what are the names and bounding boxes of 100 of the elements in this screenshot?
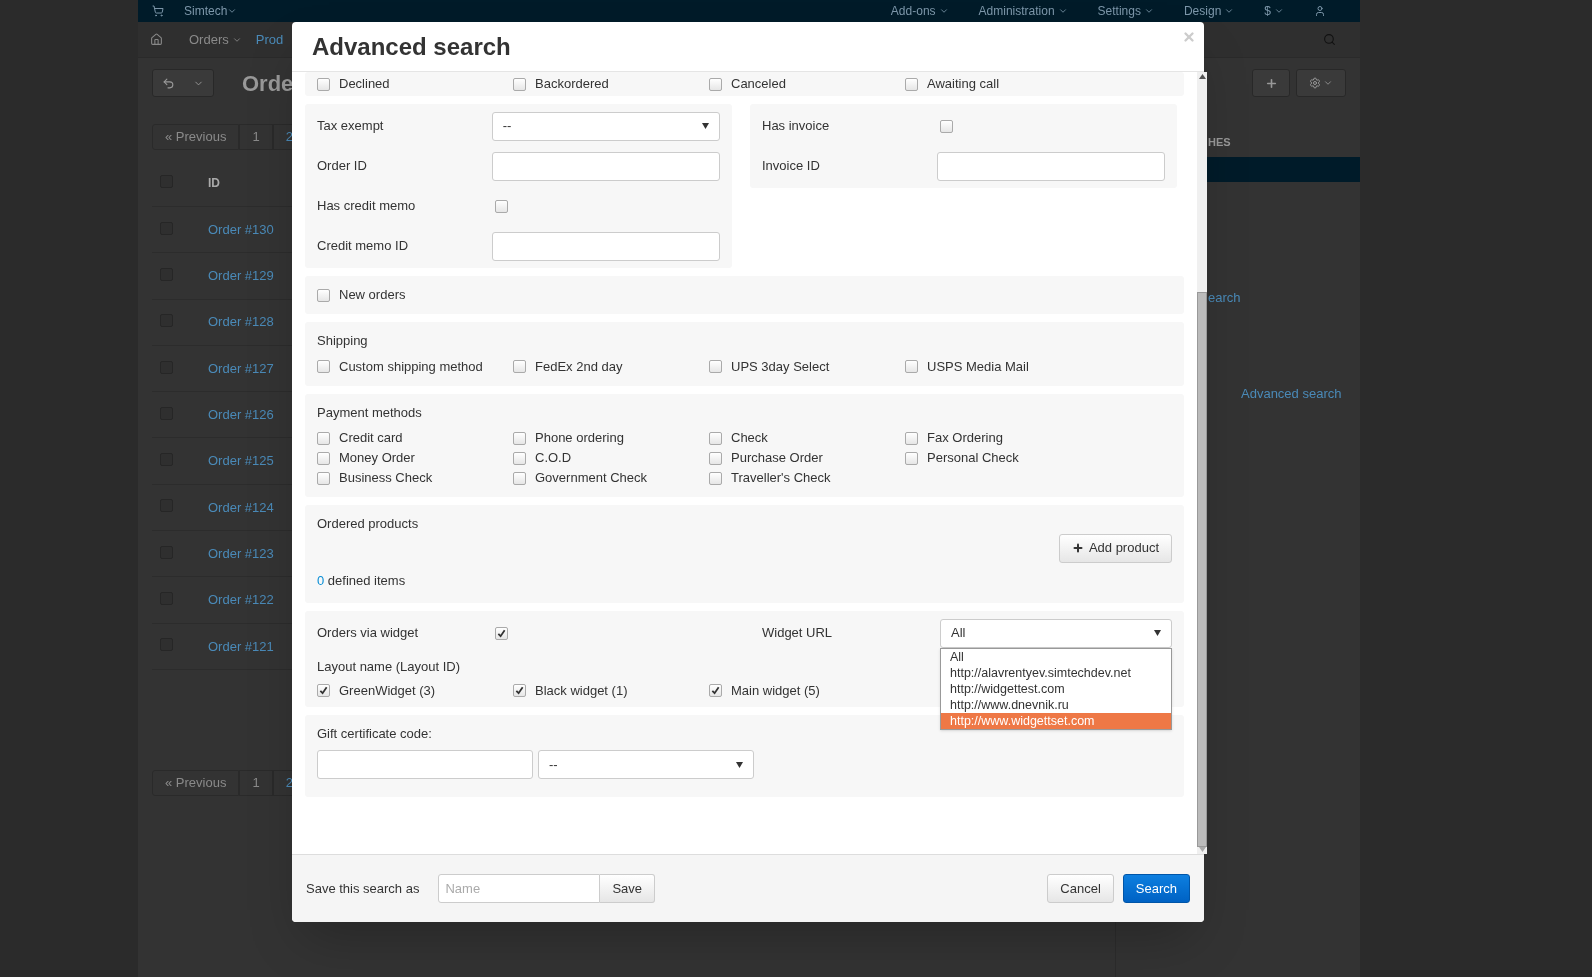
checkbox[interactable]	[905, 360, 918, 373]
order-link[interactable]: Order #125	[208, 451, 274, 471]
checkbox[interactable]	[709, 360, 722, 373]
order-link[interactable]: Order #126	[208, 405, 274, 425]
checkbox[interactable]	[317, 288, 330, 302]
pagination-link[interactable]: « Previous	[152, 124, 240, 150]
close-icon[interactable]	[1182, 30, 1196, 44]
back-button[interactable]	[152, 69, 214, 97]
dropdown-arrow-icon	[702, 123, 709, 129]
checkbox[interactable]	[317, 77, 330, 91]
checkbox-label: Government Check	[535, 469, 647, 488]
field-label: Has invoice	[762, 117, 831, 136]
checkbox[interactable]	[513, 77, 526, 91]
checkbox-label: Awaiting call	[927, 75, 1000, 94]
top-menu-item[interactable]: $	[1264, 2, 1271, 20]
input-field[interactable]	[491, 231, 720, 261]
settings-button[interactable]	[1296, 69, 1346, 97]
name-field[interactable]: Name	[438, 874, 601, 903]
checkbox[interactable]	[513, 360, 526, 373]
select-field[interactable]: All	[940, 618, 1172, 648]
order-link[interactable]: Order #124	[208, 497, 274, 518]
user-icon[interactable]	[1314, 5, 1326, 17]
pagination-link[interactable]: 1	[239, 124, 273, 150]
order-link[interactable]: Order #129	[208, 266, 274, 286]
checkbox-label: Purchase Order	[731, 449, 823, 468]
search-icon[interactable]	[1323, 33, 1336, 46]
search-button[interactable]: Search	[1122, 874, 1190, 903]
dropdown-option[interactable]: http://alavrentyev.simtechdev.net	[941, 664, 1171, 681]
checkbox[interactable]	[317, 451, 330, 465]
checkbox-label: Fax Ordering	[927, 429, 1003, 448]
column-header: ID	[208, 175, 220, 192]
checkbox[interactable]	[905, 77, 918, 91]
nav-item[interactable]: Prod	[241, 29, 284, 50]
checkmark-icon	[515, 686, 524, 695]
page-title: Orde	[242, 69, 294, 98]
order-link[interactable]: Order #127	[208, 358, 274, 379]
section-title: Ordered products	[317, 515, 420, 533]
checkbox[interactable]	[513, 684, 526, 697]
dropdown-option[interactable]: All	[941, 648, 1171, 665]
input-field[interactable]	[936, 151, 1165, 181]
dropdown-option[interactable]: http://www.widgettset.com	[941, 712, 1171, 729]
order-link[interactable]: Order #128	[208, 312, 274, 332]
top-menu-item[interactable]: Settings	[1097, 2, 1141, 20]
field-label: Has credit memo	[317, 197, 417, 216]
checkbox[interactable]	[317, 360, 330, 373]
section-title: Payment methods	[317, 403, 423, 422]
cancel-button[interactable]: Cancel	[1047, 874, 1114, 903]
save-button[interactable]: Save	[600, 874, 656, 903]
checkbox[interactable]	[905, 451, 918, 465]
select-field[interactable]: --	[538, 750, 754, 779]
checkbox-label: C.O.D	[535, 449, 572, 468]
checkbox[interactable]	[709, 77, 722, 91]
scrollbar-thumb[interactable]	[1197, 292, 1207, 847]
checkbox-label: Check	[731, 429, 768, 448]
checkbox[interactable]	[709, 684, 722, 697]
checkbox[interactable]	[513, 451, 526, 465]
checkbox[interactable]	[709, 471, 722, 485]
order-link[interactable]: Order #123	[208, 543, 274, 564]
dropdown-option[interactable]: http://www.dnevnik.ru	[941, 696, 1171, 713]
checkbox-label: USPS Media Mail	[927, 357, 1029, 376]
home-icon[interactable]	[150, 33, 163, 46]
field-label: Order ID	[317, 157, 368, 176]
checkbox-label: Business Check	[339, 469, 433, 488]
back-arrow-icon	[162, 76, 175, 90]
checkbox[interactable]	[513, 471, 526, 485]
checkbox[interactable]	[317, 684, 330, 697]
checkbox[interactable]	[317, 471, 330, 485]
select-field[interactable]: --	[491, 111, 720, 141]
pagination-link[interactable]: 1	[239, 769, 273, 796]
checkbox[interactable]	[495, 627, 508, 640]
field-label: Invoice ID	[762, 157, 821, 176]
dropdown-option[interactable]: http://widgettest.com	[941, 680, 1171, 697]
checkbox[interactable]	[513, 431, 526, 445]
pagination-link[interactable]: « Previous	[152, 769, 240, 796]
checkbox[interactable]	[905, 431, 918, 445]
add-button[interactable]	[1252, 69, 1290, 97]
defined-items-text: 0 defined items	[317, 571, 407, 590]
top-menu-item[interactable]: Design	[1183, 2, 1222, 20]
order-link[interactable]: Order #121	[208, 636, 274, 657]
nav-item[interactable]: Orders	[175, 29, 229, 50]
input-field[interactable]	[317, 750, 533, 779]
checkbox[interactable]	[495, 199, 508, 213]
top-menu-item[interactable]: Administration	[978, 2, 1055, 20]
checkbox-label: Money Order	[339, 449, 415, 468]
order-link[interactable]: Order #122	[208, 590, 274, 610]
checkbox[interactable]	[709, 451, 722, 465]
order-link[interactable]: Order #130	[208, 219, 274, 240]
checkbox-label: Credit card	[339, 429, 403, 448]
input-field[interactable]	[491, 151, 720, 181]
checkbox[interactable]	[709, 431, 722, 445]
checkmark-icon	[319, 686, 328, 695]
brand-menu[interactable]: Simtech	[184, 2, 228, 20]
top-menu-item[interactable]: Add-ons	[890, 2, 936, 20]
checkbox-label: Canceled	[731, 75, 786, 94]
scrollbar[interactable]	[1197, 72, 1207, 854]
add-product-button[interactable]: Add product	[1058, 533, 1172, 563]
checkbox[interactable]	[940, 119, 953, 133]
checkbox[interactable]	[317, 431, 330, 445]
scroll-up-icon[interactable]	[1198, 74, 1206, 79]
caret-icon	[1274, 6, 1284, 16]
